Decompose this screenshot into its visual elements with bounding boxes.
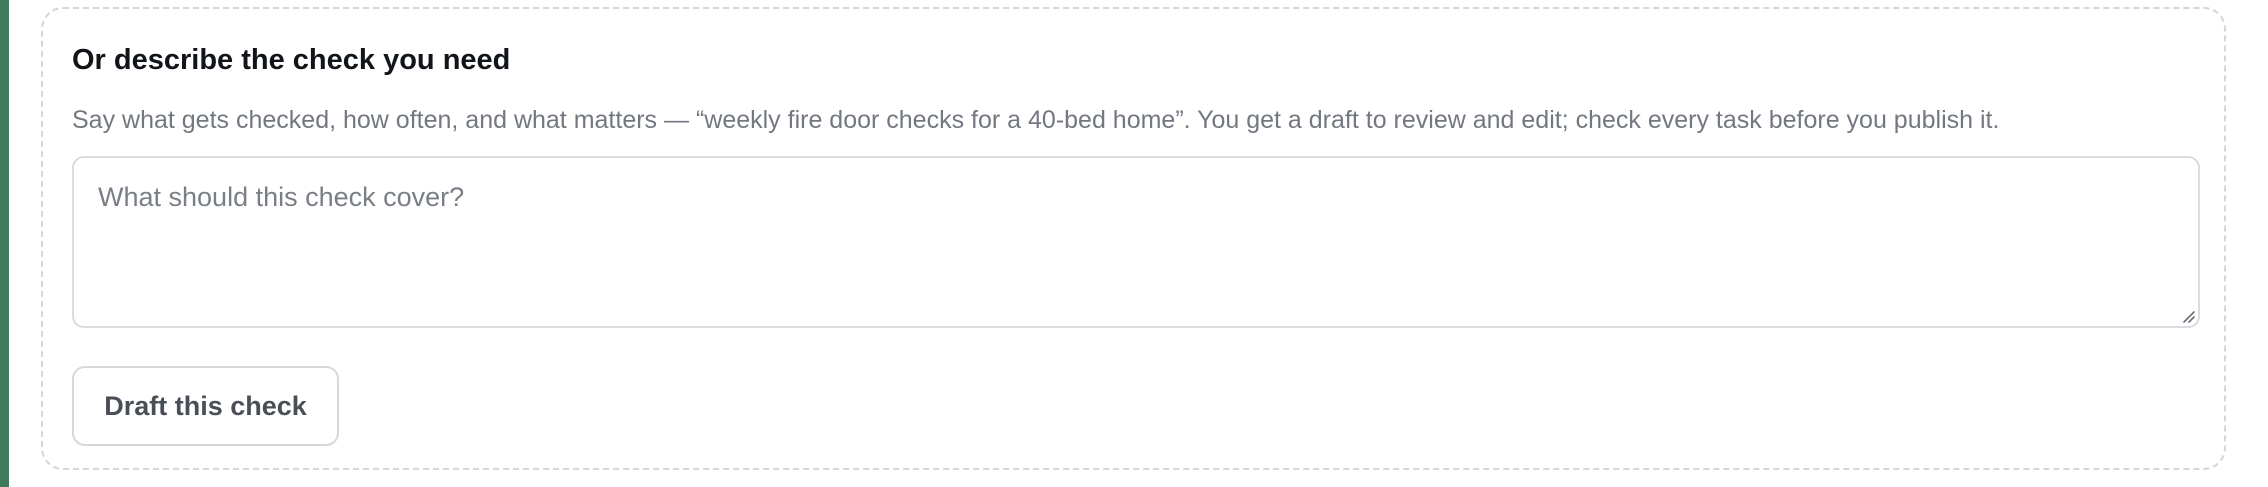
check-description-field[interactable] (72, 156, 2200, 328)
accent-sidebar-bar (0, 0, 9, 487)
resize-handle-icon[interactable] (2181, 309, 2195, 323)
check-description-input[interactable] (74, 158, 2198, 326)
card-title: Or describe the check you need (72, 44, 511, 76)
describe-check-card: Or describe the check you need Say what … (41, 7, 2226, 470)
draft-check-button[interactable]: Draft this check (72, 366, 339, 446)
card-description: Say what gets checked, how often, and wh… (72, 106, 2000, 134)
